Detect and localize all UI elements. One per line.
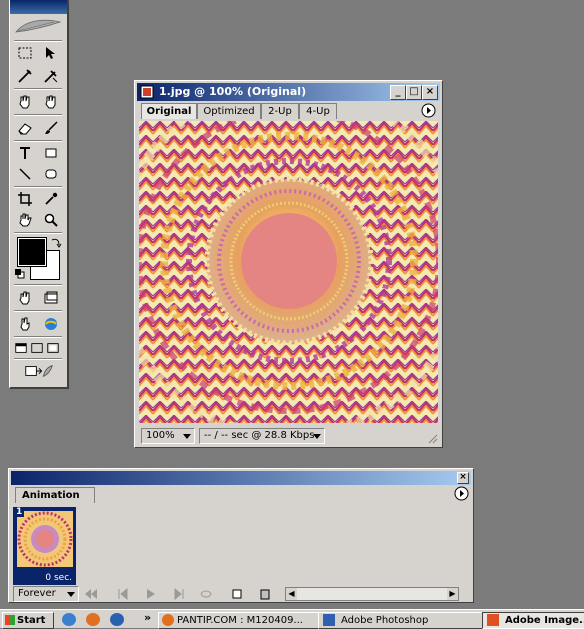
frames-scrollbar[interactable]: ◀ ▶ — [285, 587, 459, 601]
ie-quicklaunch-icon[interactable] — [110, 613, 124, 626]
rectangle-tool-icon[interactable] — [40, 143, 62, 163]
start-button[interactable]: Start — [2, 612, 54, 629]
document-titlebar[interactable]: 1.jpg @ 100% (Original) _ □ × — [137, 83, 440, 101]
slice-tool-icon[interactable] — [14, 66, 36, 86]
pointer-tool-icon[interactable] — [40, 43, 62, 63]
full-screen-menu-icon[interactable] — [30, 338, 44, 358]
imageready-icon — [487, 614, 499, 626]
default-colors-icon[interactable] — [15, 269, 25, 279]
download-time-value: -- / -- sec @ 28.8 Kbps — [204, 430, 315, 441]
toggle-image-map-icon[interactable] — [40, 288, 62, 308]
document-icon — [140, 85, 154, 99]
tab-original[interactable]: Original — [141, 103, 197, 119]
tab-2-up[interactable]: 2-Up — [261, 103, 299, 119]
panel-close-button[interactable]: × — [457, 472, 469, 484]
firefox-icon — [162, 614, 174, 626]
toggle-slice-visibility-icon[interactable] — [14, 288, 36, 308]
tab-optimized[interactable]: Optimized — [197, 103, 261, 119]
animation-frame[interactable]: 1 0 sec. — [13, 507, 76, 585]
preview-in-document-icon[interactable] — [14, 314, 36, 334]
window-menu-arrow-icon[interactable] — [421, 103, 436, 118]
taskbar-item-label: Adobe Photoshop — [341, 615, 429, 626]
loop-option-value: Forever — [18, 588, 56, 599]
eraser-tool-icon[interactable] — [14, 118, 36, 138]
panel-menu-arrow-icon[interactable] — [454, 486, 469, 501]
start-label: Start — [17, 615, 46, 626]
browser-quicklaunch-icon[interactable] — [62, 613, 76, 626]
type-tool-icon[interactable] — [14, 143, 36, 163]
line-tool-icon[interactable] — [14, 164, 36, 184]
tab-4-up[interactable]: 4-Up — [299, 103, 337, 119]
image-map-select-tool-icon[interactable] — [40, 92, 62, 112]
rounded-rectangle-tool-icon[interactable] — [40, 164, 62, 184]
feather-logo-icon — [15, 19, 62, 33]
zoom-level-dropdown[interactable]: 100% — [141, 428, 195, 444]
frame-thumbnail — [17, 511, 73, 567]
standard-window-icon[interactable] — [14, 338, 28, 358]
frame-delay[interactable]: 0 sec. — [45, 573, 72, 583]
swap-colors-icon[interactable] — [50, 236, 62, 248]
photoshop-icon — [323, 614, 335, 626]
animation-panel: × Animation 1 0 sec. Forever ◀ ▶ — [8, 468, 474, 603]
frame-number: 1 — [14, 507, 25, 517]
slice-select-tool-icon[interactable] — [40, 66, 62, 86]
toolbox-panel — [9, 0, 69, 389]
quicklaunch-more-button[interactable]: » — [144, 611, 151, 624]
tab-animation[interactable]: Animation — [15, 487, 95, 503]
brush-tool-icon[interactable] — [40, 118, 62, 138]
preview-in-browser-icon[interactable] — [40, 314, 62, 334]
taskbar-item-label: Adobe Image... — [505, 615, 584, 626]
taskbar-item-photoshop[interactable]: Adobe Photoshop — [318, 612, 492, 629]
document-title: 1.jpg @ 100% (Original) — [159, 85, 307, 98]
animation-panel-titlebar[interactable]: × — [11, 471, 471, 485]
toolbox-titlebar[interactable] — [10, 0, 67, 14]
marquee-tool-icon[interactable] — [14, 43, 36, 63]
minimize-button[interactable]: _ — [390, 85, 406, 100]
loop-options-dropdown[interactable]: Forever — [13, 586, 79, 602]
image-map-tool-icon[interactable] — [14, 92, 36, 112]
document-status-bar: 100% -- / -- sec @ 28.8 Kbps — [137, 427, 440, 445]
image-document-window: 1.jpg @ 100% (Original) _ □ × Original O… — [134, 80, 443, 448]
full-screen-icon[interactable] — [46, 338, 60, 358]
eyedropper-tool-icon[interactable] — [40, 189, 62, 209]
download-time-dropdown[interactable]: -- / -- sec @ 28.8 Kbps — [199, 428, 325, 444]
optical-illusion-image — [139, 121, 438, 423]
playback-controls — [85, 588, 270, 600]
foreground-color-swatch[interactable] — [17, 237, 47, 267]
windows-logo-icon — [5, 615, 15, 625]
crop-tool-icon[interactable] — [14, 189, 36, 209]
zoom-tool-icon[interactable] — [40, 210, 62, 230]
taskbar-item-label: PANTIP.COM : M120409... — [177, 615, 303, 626]
jump-to-photoshop-icon[interactable] — [22, 361, 56, 381]
zoom-level-value: 100% — [146, 430, 175, 441]
maximize-button[interactable]: □ — [406, 85, 422, 100]
scroll-left-arrow-icon[interactable]: ◀ — [286, 588, 297, 600]
close-button[interactable]: × — [422, 85, 438, 100]
taskbar-item-pantip[interactable]: PANTIP.COM : M120409... — [158, 612, 330, 629]
view-tabs: Original Optimized 2-Up 4-Up — [139, 103, 438, 119]
scroll-right-arrow-icon[interactable]: ▶ — [447, 588, 458, 600]
hand-tool-icon[interactable] — [14, 210, 36, 230]
resize-grip-icon[interactable] — [426, 432, 438, 444]
taskbar-item-imageready[interactable]: Adobe Image... — [482, 612, 584, 629]
firefox-quicklaunch-icon[interactable] — [86, 613, 100, 626]
windows-taskbar: Start » PANTIP.COM : M120409... Adobe Ph… — [0, 609, 584, 629]
